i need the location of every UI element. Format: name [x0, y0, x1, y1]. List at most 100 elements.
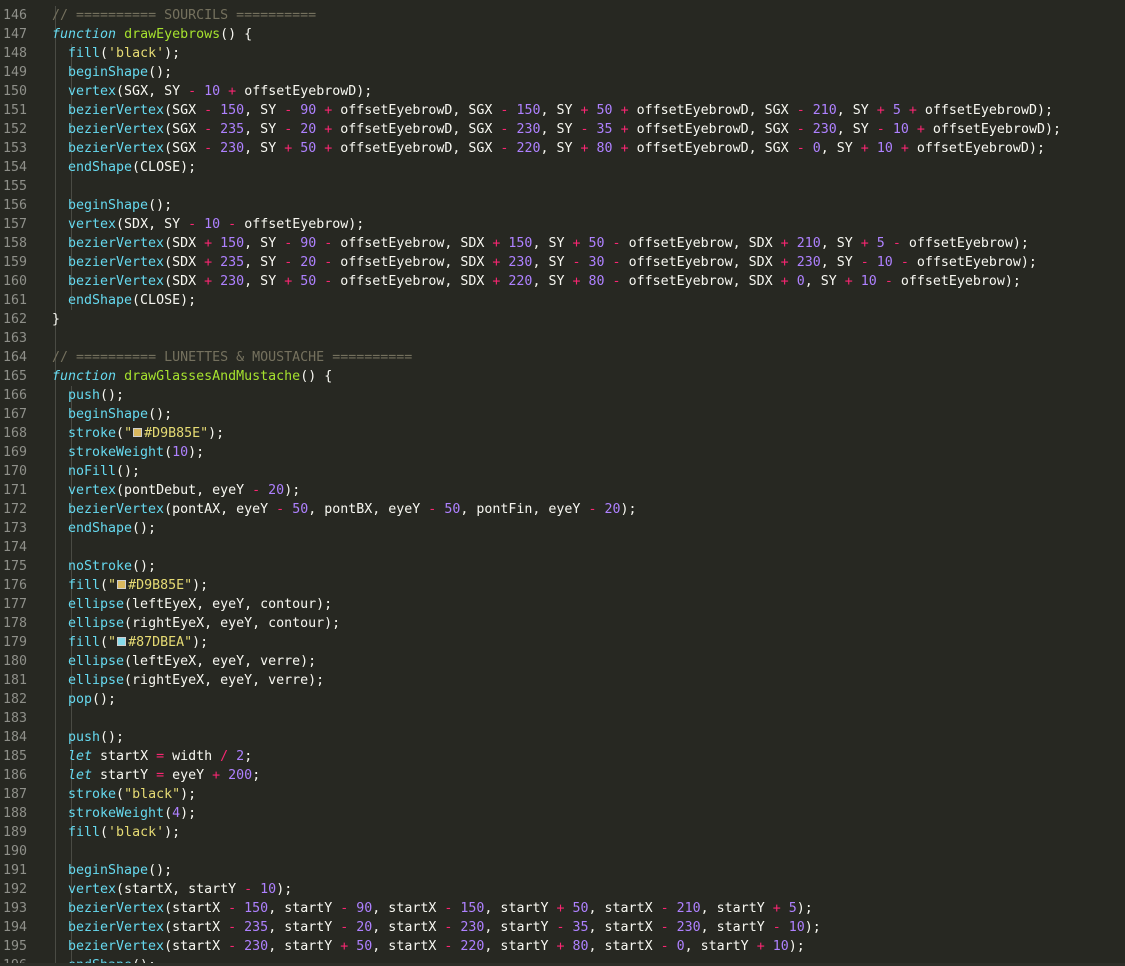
code-line[interactable]: 151 bezierVertex(SGX - 150, SY - 90 + off…	[0, 101, 1125, 120]
code-line[interactable]: 186 let startY = eyeY + 200;	[0, 766, 1125, 785]
code-content[interactable]: vertex(SDX, SY - 10 - offsetEyebrow);	[68, 215, 364, 234]
code-content[interactable]: bezierVertex(SGX - 235, SY - 20 + offset…	[68, 120, 1061, 139]
code-content[interactable]: vertex(SGX, SY - 10 + offsetEyebrowD);	[68, 82, 372, 101]
code-content[interactable]: bezierVertex(SDX + 230, SY + 50 - offset…	[68, 272, 1021, 291]
code-content[interactable]: beginShape();	[68, 405, 172, 424]
code-content[interactable]: function drawGlassesAndMustache() {	[52, 367, 332, 386]
code-content[interactable]: ellipse(leftEyeX, eyeY, verre);	[68, 652, 316, 671]
vertical-scrollbar[interactable]	[1121, 0, 1125, 966]
code-line[interactable]: 164 // ========== LUNETTES & MOUSTACHE ==…	[0, 348, 1125, 367]
code-content[interactable]: endShape();	[68, 519, 156, 538]
code-content[interactable]: fill('black');	[68, 44, 180, 63]
code-content[interactable]: strokeWeight(4);	[68, 804, 196, 823]
code-content[interactable]: // ========== LUNETTES & MOUSTACHE =====…	[52, 348, 412, 367]
code-line[interactable]: 157 vertex(SDX, SY - 10 - offsetEyebrow);	[0, 215, 1125, 234]
code-line[interactable]: 180 ellipse(leftEyeX, eyeY, verre);	[0, 652, 1125, 671]
code-line[interactable]: 160 bezierVertex(SDX + 230, SY + 50 - off…	[0, 272, 1125, 291]
code-line[interactable]: 156 beginShape();	[0, 196, 1125, 215]
code-content[interactable]: bezierVertex(SGX - 230, SY + 50 + offset…	[68, 139, 1045, 158]
code-content[interactable]: fill('black');	[68, 823, 180, 842]
code-content[interactable]: fill(" #D9B85E");	[68, 576, 208, 595]
code-line[interactable]: 166 push();	[0, 386, 1125, 405]
code-content[interactable]: beginShape();	[68, 63, 172, 82]
code-line[interactable]: 192 vertex(startX, startY - 10);	[0, 880, 1125, 899]
code-line[interactable]: 176 fill(" #D9B85E");	[0, 576, 1125, 595]
code-line[interactable]: 193 bezierVertex(startX - 150, startY - 9…	[0, 899, 1125, 918]
code-content[interactable]: beginShape();	[68, 196, 172, 215]
code-content[interactable]: fill(" #87DBEA");	[68, 633, 208, 652]
code-content[interactable]: ellipse(rightEyeX, eyeY, contour);	[68, 614, 340, 633]
code-line[interactable]: 182 pop();	[0, 690, 1125, 709]
code-line[interactable]: 185 let startX = width / 2;	[0, 747, 1125, 766]
code-content[interactable]: // ========== SOURCILS ==========	[52, 6, 316, 25]
code-content[interactable]: let startY = eyeY + 200;	[68, 766, 260, 785]
code-content[interactable]: ellipse(leftEyeX, eyeY, contour);	[68, 595, 332, 614]
code-line[interactable]: 158 bezierVertex(SDX + 150, SY - 90 - off…	[0, 234, 1125, 253]
code-line[interactable]: 188 strokeWeight(4);	[0, 804, 1125, 823]
code-line[interactable]: 153 bezierVertex(SGX - 230, SY + 50 + off…	[0, 139, 1125, 158]
code-content[interactable]: endShape(CLOSE);	[68, 158, 196, 177]
code-line[interactable]: 173 endShape();	[0, 519, 1125, 538]
code-content[interactable]: function drawEyebrows() {	[52, 25, 252, 44]
code-content[interactable]: bezierVertex(SGX - 150, SY - 90 + offset…	[68, 101, 1053, 120]
code-keyword: let	[68, 749, 93, 764]
code-line[interactable]: 184 push();	[0, 728, 1125, 747]
code-content[interactable]: stroke(" #D9B85E");	[68, 424, 224, 443]
code-content[interactable]: }	[52, 310, 60, 329]
code-content[interactable]: bezierVertex(SDX + 235, SY - 20 - offset…	[68, 253, 1037, 272]
code-content[interactable]: noStroke();	[68, 557, 156, 576]
code-line[interactable]: 174	[0, 538, 1125, 557]
code-line[interactable]: 177 ellipse(leftEyeX, eyeY, contour);	[0, 595, 1125, 614]
code-editor[interactable]: 146 // ========== SOURCILS ========== 147 f…	[0, 0, 1125, 966]
code-content[interactable]: bezierVertex(SDX + 150, SY - 90 - offset…	[68, 234, 1029, 253]
code-line[interactable]: 168 stroke(" #D9B85E");	[0, 424, 1125, 443]
code-line[interactable]: 187 stroke("black");	[0, 785, 1125, 804]
code-line[interactable]: 146 // ========== SOURCILS ==========	[0, 6, 1125, 25]
code-line[interactable]: 152 bezierVertex(SGX - 235, SY - 20 + off…	[0, 120, 1125, 139]
code-line[interactable]: 190	[0, 842, 1125, 861]
code-content[interactable]: bezierVertex(startX - 230, startY + 50, …	[68, 937, 805, 956]
code-content[interactable]: bezierVertex(pontAX, eyeY - 50, pontBX, …	[68, 500, 637, 519]
code-content[interactable]: ellipse(rightEyeX, eyeY, verre);	[68, 671, 324, 690]
code-content[interactable]: push();	[68, 728, 124, 747]
code-content[interactable]: vertex(pontDebut, eyeY - 20);	[68, 481, 300, 500]
code-content[interactable]: let startX = width / 2;	[68, 747, 252, 766]
code-line[interactable]: 191 beginShape();	[0, 861, 1125, 880]
code-line[interactable]: 150 vertex(SGX, SY - 10 + offsetEyebrowD)…	[0, 82, 1125, 101]
code-line[interactable]: 155	[0, 177, 1125, 196]
code-line[interactable]: 171 vertex(pontDebut, eyeY - 20);	[0, 481, 1125, 500]
code-line[interactable]: 189 fill('black');	[0, 823, 1125, 842]
code-line[interactable]: 178 ellipse(rightEyeX, eyeY, contour);	[0, 614, 1125, 633]
code-content[interactable]: endShape(CLOSE);	[68, 291, 196, 310]
code-number: 20	[356, 920, 373, 935]
code-content[interactable]: bezierVertex(startX - 150, startY - 90, …	[68, 899, 813, 918]
code-line[interactable]: 181 ellipse(rightEyeX, eyeY, verre);	[0, 671, 1125, 690]
code-content[interactable]: noFill();	[68, 462, 140, 481]
code-line[interactable]: 148 fill('black');	[0, 44, 1125, 63]
code-line[interactable]: 159 bezierVertex(SDX + 235, SY - 20 - off…	[0, 253, 1125, 272]
code-line[interactable]: 175 noStroke();	[0, 557, 1125, 576]
code-content[interactable]: pop();	[68, 690, 116, 709]
code-line[interactable]: 162}	[0, 310, 1125, 329]
code-line[interactable]: 172 bezierVertex(pontAX, eyeY - 50, pontB…	[0, 500, 1125, 519]
code-line[interactable]: 194 bezierVertex(startX - 235, startY - 2…	[0, 918, 1125, 937]
code-line[interactable]: 163	[0, 329, 1125, 348]
code-line[interactable]: 183	[0, 709, 1125, 728]
code-content[interactable]: push();	[68, 386, 124, 405]
code-line[interactable]: 154 endShape(CLOSE);	[0, 158, 1125, 177]
code-line[interactable]: 169 strokeWeight(10);	[0, 443, 1125, 462]
code-content[interactable]: bezierVertex(startX - 235, startY - 20, …	[68, 918, 821, 937]
code-line[interactable]: 161 endShape(CLOSE);	[0, 291, 1125, 310]
code-line[interactable]: 147 function drawEyebrows() {	[0, 25, 1125, 44]
code-content[interactable]: vertex(startX, startY - 10);	[68, 880, 292, 899]
code-line[interactable]: 195 bezierVertex(startX - 230, startY + 5…	[0, 937, 1125, 956]
code-line[interactable]: 170 noFill();	[0, 462, 1125, 481]
code-line[interactable]: 167 beginShape();	[0, 405, 1125, 424]
code-line[interactable]: 149 beginShape();	[0, 63, 1125, 82]
code-line[interactable]: 179 fill(" #87DBEA");	[0, 633, 1125, 652]
code-line[interactable]: 165 function drawGlassesAndMustache() {	[0, 367, 1125, 386]
code-content[interactable]: beginShape();	[68, 861, 172, 880]
code-content[interactable]: strokeWeight(10);	[68, 443, 204, 462]
code-content[interactable]: stroke("black");	[68, 785, 196, 804]
